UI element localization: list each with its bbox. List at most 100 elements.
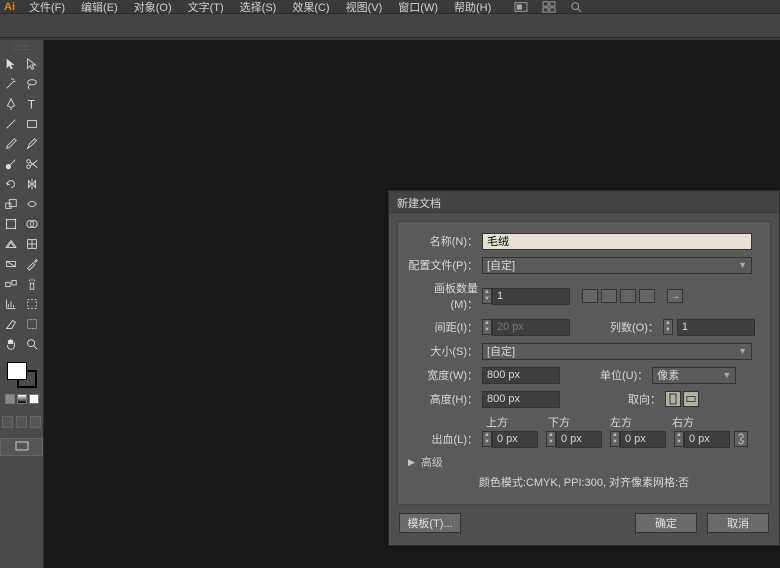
screen-mode-btn[interactable] xyxy=(0,438,43,456)
bleed-left-spin[interactable]: ▲▼ xyxy=(610,431,620,447)
blob-brush-tool[interactable] xyxy=(0,154,22,174)
artboards-input[interactable] xyxy=(492,288,570,305)
bleed-right-spin[interactable]: ▲▼ xyxy=(674,431,684,447)
grid-by-col-icon[interactable] xyxy=(601,289,617,303)
bleed-left-label: 左方 xyxy=(610,414,632,430)
dialog-title: 新建文档 xyxy=(389,191,779,213)
fill-swatch[interactable] xyxy=(7,362,27,380)
new-document-dialog: 新建文档 名称(N)： 配置文件(P)： [自定]▼ 画板数量(M)： ▲▼ →… xyxy=(388,190,780,546)
bleed-top-input[interactable] xyxy=(492,431,538,448)
draw-behind[interactable] xyxy=(16,416,27,428)
menu-window[interactable]: 窗口(W) xyxy=(390,0,446,15)
arrange-rtl-icon[interactable] xyxy=(620,289,636,303)
gradient-btn[interactable] xyxy=(17,394,27,404)
link-bleed-icon[interactable] xyxy=(734,431,748,447)
spacing-input[interactable] xyxy=(492,319,570,336)
name-input[interactable] xyxy=(482,233,752,250)
menu-object[interactable]: 对象(O) xyxy=(126,0,180,15)
width-input[interactable] xyxy=(482,367,560,384)
symbol-sprayer-tool[interactable] xyxy=(22,274,44,294)
menu-effect[interactable]: 效果(C) xyxy=(284,0,337,15)
ok-button[interactable]: 确定 xyxy=(635,513,697,533)
fill-stroke-swatches[interactable] xyxy=(0,358,43,408)
draw-inside[interactable] xyxy=(30,416,41,428)
line-tool[interactable] xyxy=(0,114,22,134)
bleed-bottom-spin[interactable]: ▲▼ xyxy=(546,431,556,447)
toolbox-grip[interactable]: ::::: xyxy=(0,40,43,54)
height-input[interactable] xyxy=(482,391,560,408)
menu-help[interactable]: 帮助(H) xyxy=(446,0,499,15)
direct-selection-tool[interactable] xyxy=(22,54,44,74)
eyedropper-tool[interactable] xyxy=(22,254,44,274)
menu-file[interactable]: 文件(F) xyxy=(21,0,73,15)
width-label: 宽度(W)： xyxy=(408,367,482,383)
size-select[interactable]: [自定]▼ xyxy=(482,343,752,360)
units-select[interactable]: 像素▼ xyxy=(652,367,736,384)
rotate-tool[interactable] xyxy=(0,174,22,194)
arrange-icon[interactable] xyxy=(541,1,557,13)
draw-normal[interactable] xyxy=(2,416,13,428)
columns-label: 列数(O)： xyxy=(610,319,659,335)
selection-tool[interactable] xyxy=(0,54,22,74)
templates-button[interactable]: 模板(T)... xyxy=(399,513,461,533)
menu-type[interactable]: 文字(T) xyxy=(180,0,232,15)
free-transform-tool[interactable] xyxy=(0,214,22,234)
profile-select[interactable]: [自定]▼ xyxy=(482,257,752,274)
bleed-top-label: 上方 xyxy=(486,414,508,430)
spacing-label: 间距(I)： xyxy=(408,319,482,335)
print-tiling-tool[interactable] xyxy=(22,314,44,334)
rectangle-tool[interactable] xyxy=(22,114,44,134)
advanced-summary: 颜色模式:CMYK, PPI:300, 对齐像素网格:否 xyxy=(408,474,760,490)
bleed-top-spin[interactable]: ▲▼ xyxy=(482,431,492,447)
bleed-left-input[interactable] xyxy=(620,431,666,448)
mesh-tool[interactable] xyxy=(22,234,44,254)
toolbox: ::::: T xyxy=(0,40,44,568)
menu-edit[interactable]: 编辑(E) xyxy=(73,0,126,15)
bridge-icon[interactable] xyxy=(513,1,529,13)
gradient-tool[interactable] xyxy=(0,254,22,274)
scale-tool[interactable] xyxy=(0,194,22,214)
reflect-tool[interactable] xyxy=(22,174,44,194)
cancel-button[interactable]: 取消 xyxy=(707,513,769,533)
columns-input[interactable] xyxy=(677,319,755,336)
magic-wand-tool[interactable] xyxy=(0,74,22,94)
svg-text:T: T xyxy=(28,97,36,111)
advanced-toggle[interactable]: ▶ 高级 xyxy=(408,454,760,470)
triangle-right-icon: ▶ xyxy=(408,457,415,468)
graph-tool[interactable] xyxy=(0,294,22,314)
menu-select[interactable]: 选择(S) xyxy=(232,0,285,15)
pencil-tool[interactable] xyxy=(22,134,44,154)
profile-label: 配置文件(P)： xyxy=(408,257,482,273)
hand-tool[interactable] xyxy=(0,334,22,354)
artboard-tool[interactable] xyxy=(22,294,44,314)
grid-by-row-icon[interactable] xyxy=(582,289,598,303)
color-btn[interactable] xyxy=(5,394,15,404)
lasso-tool[interactable] xyxy=(22,74,44,94)
arrange-ltr-icon[interactable] xyxy=(639,289,655,303)
bleed-bottom-input[interactable] xyxy=(556,431,602,448)
orient-landscape[interactable] xyxy=(683,391,699,407)
perspective-grid-tool[interactable] xyxy=(0,234,22,254)
slice-tool[interactable] xyxy=(0,314,22,334)
spacing-spinner[interactable]: ▲▼ xyxy=(482,319,492,335)
paintbrush-tool[interactable] xyxy=(0,134,22,154)
type-tool[interactable]: T xyxy=(22,94,44,114)
orient-portrait[interactable] xyxy=(665,391,681,407)
scissors-tool[interactable] xyxy=(22,154,44,174)
arrange-arrow-icon[interactable]: → xyxy=(667,289,683,303)
pen-tool[interactable] xyxy=(0,94,22,114)
name-label: 名称(N)： xyxy=(408,233,482,249)
bleed-right-input[interactable] xyxy=(684,431,730,448)
zoom-tool[interactable] xyxy=(22,334,44,354)
chevron-down-icon: ▼ xyxy=(738,346,747,356)
chevron-down-icon: ▼ xyxy=(738,260,747,270)
search-icon[interactable] xyxy=(569,1,585,13)
columns-spinner[interactable]: ▲▼ xyxy=(663,319,673,335)
menu-view[interactable]: 视图(V) xyxy=(338,0,391,15)
none-btn[interactable] xyxy=(29,394,39,404)
blend-tool[interactable] xyxy=(0,274,22,294)
bleed-bottom-label: 下方 xyxy=(548,414,570,430)
shape-builder-tool[interactable] xyxy=(22,214,44,234)
width-tool[interactable] xyxy=(22,194,44,214)
artboards-spinner[interactable]: ▲▼ xyxy=(482,288,492,304)
